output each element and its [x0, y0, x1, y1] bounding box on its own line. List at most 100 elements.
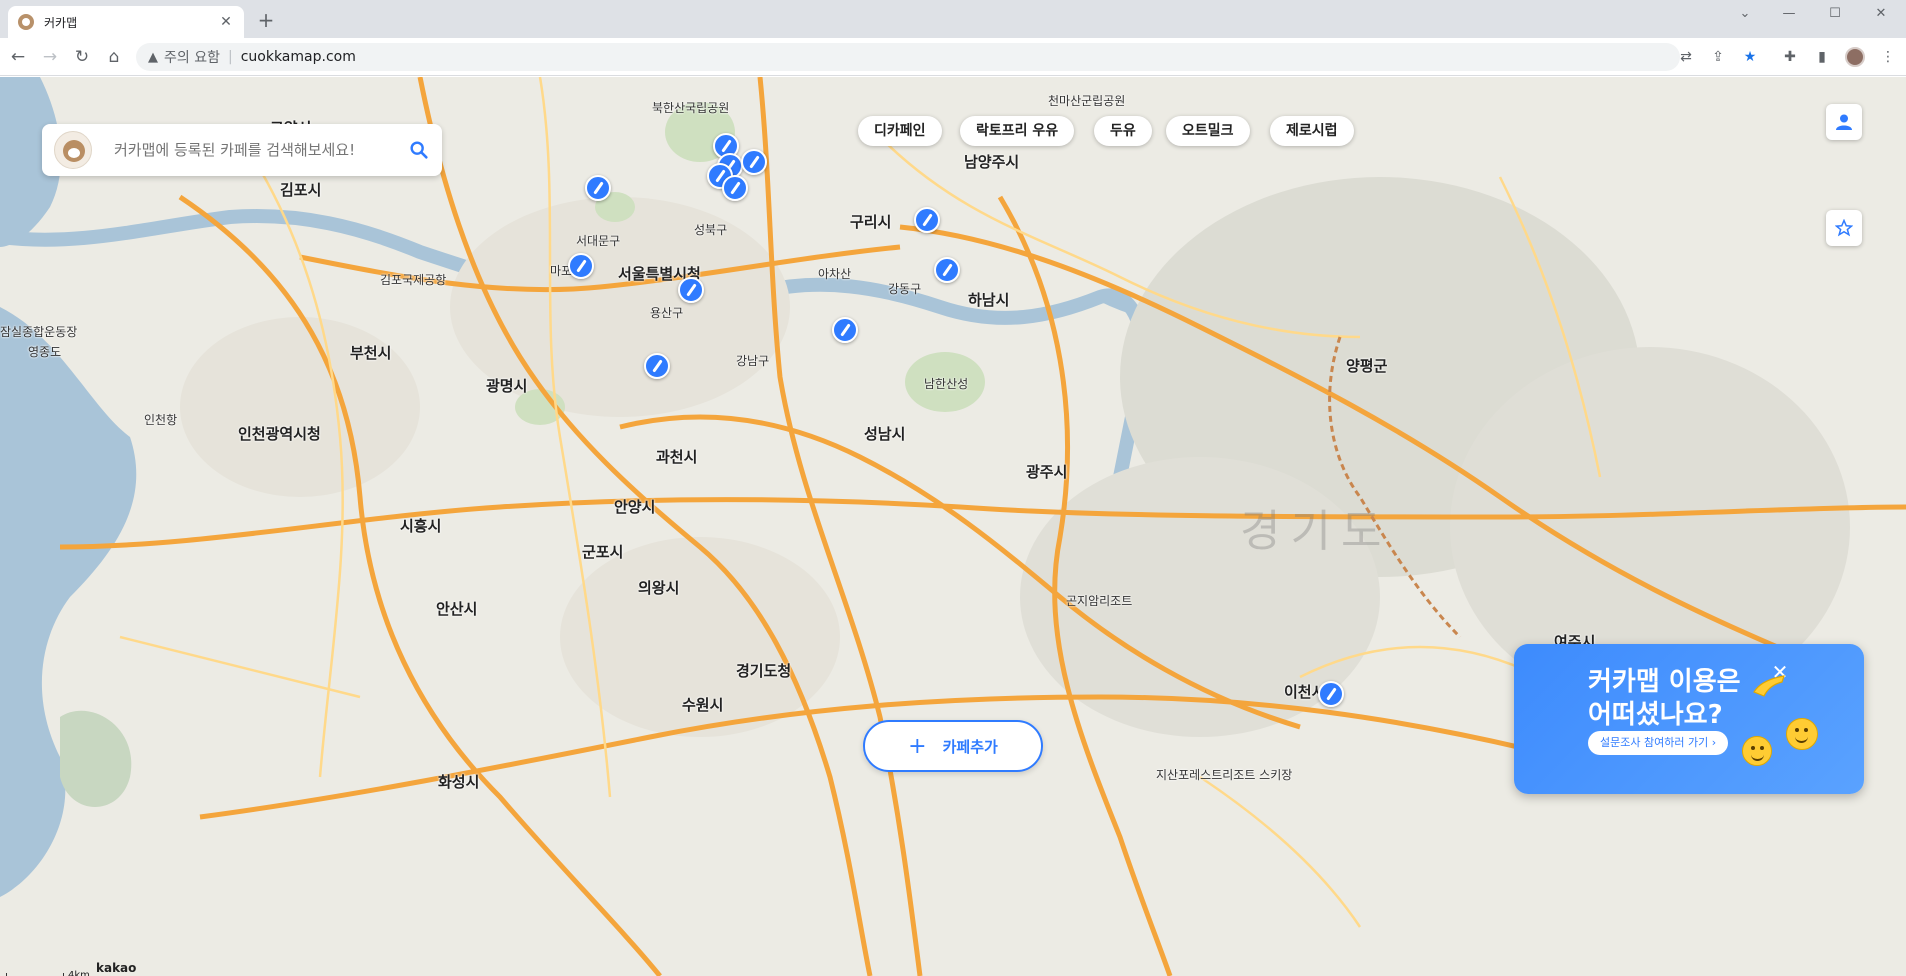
filter-chip-oat-milk[interactable]: 오트밀크: [1166, 116, 1250, 146]
cafe-pin[interactable]: [1318, 681, 1344, 707]
map-label-guri: 구리시: [850, 213, 892, 231]
map-label-gwangju: 광주시: [1026, 463, 1068, 481]
map-label-jisan: 지산포레스트리조트 스키장: [1156, 768, 1293, 782]
map-label-hanam: 하남시: [968, 291, 1010, 309]
browser-tab-bar: 커카맵 ✕ + ⌄ — ☐ ✕: [0, 0, 1906, 38]
search-input[interactable]: [114, 141, 408, 159]
map-label-gonjiam: 곤지암리조트: [1066, 594, 1133, 608]
survey-heading-line1: 커카맵 이용은: [1588, 667, 1741, 697]
warning-icon[interactable]: ▲: [148, 50, 158, 65]
favorites-button[interactable]: [1826, 210, 1862, 246]
map-label-ansan: 안산시: [436, 600, 478, 618]
survey-heading-line2: 어떠셨나요?: [1588, 700, 1723, 730]
add-cafe-button[interactable]: + 카페추가: [863, 720, 1043, 772]
filter-chip-lactose-free[interactable]: 락토프리 우유: [960, 116, 1075, 146]
filter-chip-decaf[interactable]: 디카페인: [858, 116, 942, 146]
profile-avatar[interactable]: [1845, 47, 1865, 67]
pointing-hand-icon: [1753, 675, 1785, 697]
browser-tab[interactable]: 커카맵 ✕: [8, 6, 244, 38]
map-label-gunpo: 군포시: [582, 543, 624, 561]
cafe-pin[interactable]: [644, 353, 670, 379]
bookmark-star-icon[interactable]: ★: [1740, 47, 1760, 67]
tab-search-icon[interactable]: ⌄: [1722, 0, 1768, 26]
map-label-siheung: 시흥시: [400, 517, 442, 535]
address-bar[interactable]: ▲ 주의 요함 | cuokkamap.com: [136, 43, 1680, 71]
map-label-gangnam: 강남구: [736, 354, 770, 368]
filter-chip-zero-syrup[interactable]: 제로시럽: [1270, 116, 1354, 146]
map-label-namyangju: 남양주시: [964, 153, 1020, 171]
map-label-gimpo: 김포시: [280, 181, 322, 199]
map-label-seongnam: 성남시: [864, 425, 906, 443]
thinking-face-icon: [1786, 718, 1818, 750]
map-label-incheon: 인천광역시청: [238, 425, 321, 443]
map-label-seongbuk: 성북구: [694, 223, 728, 237]
map-scale-label: 4km: [68, 970, 90, 976]
plus-icon: +: [908, 733, 927, 759]
extensions-icon[interactable]: ✚: [1780, 47, 1800, 67]
map-label-seodaemun: 서대문구: [576, 234, 621, 248]
map-label-gyeonggi: 경기도: [1240, 506, 1392, 557]
star-outline-icon: [1835, 219, 1853, 237]
map-label-gwacheon: 과천시: [656, 448, 698, 466]
search-icon[interactable]: [408, 139, 430, 161]
map-label-yeongjongdo: 영종도: [28, 345, 62, 359]
logo-avatar[interactable]: [54, 131, 92, 169]
map-label-uiwang: 의왕시: [638, 579, 680, 597]
map-label-jamsil: 잠실종합운동장: [0, 325, 78, 339]
forward-icon[interactable]: →: [40, 47, 60, 67]
kakao-logo: kakao: [96, 961, 137, 975]
back-icon[interactable]: ←: [8, 47, 28, 67]
home-icon[interactable]: ⌂: [104, 47, 124, 67]
tab-title: 커카맵: [44, 15, 78, 30]
cafe-pin[interactable]: [585, 175, 611, 201]
cafe-pin[interactable]: [914, 207, 940, 233]
map-label-incheon-port: 인천항: [144, 413, 178, 427]
survey-popup: 커카맵 이용은 어떠셨나요? ✕ 설문조사 참여하러 가기 ›: [1514, 644, 1864, 794]
map-label-achasan: 아차산: [818, 267, 852, 281]
map-label-suwon: 수원시: [682, 696, 724, 714]
site-favicon-icon: [18, 14, 34, 30]
map-label-yangpyeong: 양평군: [1346, 357, 1388, 375]
side-panel-icon[interactable]: ▮: [1812, 47, 1832, 67]
map-base-layer: [0, 77, 1906, 976]
cafe-pin[interactable]: [568, 253, 594, 279]
cafe-pin[interactable]: [741, 149, 767, 175]
tab-close-icon[interactable]: ✕: [218, 14, 234, 30]
user-button[interactable]: [1826, 104, 1862, 140]
cafe-pin[interactable]: [934, 257, 960, 283]
url-text[interactable]: cuokkamap.com: [241, 49, 356, 65]
map-label-anyang: 안양시: [614, 498, 656, 516]
share-icon[interactable]: ⇪: [1708, 47, 1728, 67]
cafe-pin[interactable]: [832, 317, 858, 343]
map-label-cheonmasan: 천마산군립공원: [1048, 94, 1126, 108]
minimize-icon[interactable]: —: [1766, 0, 1812, 26]
address-separator: |: [227, 49, 233, 65]
map-label-hwaseong: 화성시: [438, 773, 480, 791]
map-label-yongsan: 용산구: [650, 306, 684, 320]
map-label-gyeonggi-office: 경기도청: [736, 662, 792, 680]
user-icon: [1836, 114, 1852, 130]
search-bar[interactable]: [42, 124, 442, 176]
smiling-face-icon: [1742, 736, 1772, 766]
close-window-icon[interactable]: ✕: [1858, 0, 1904, 26]
cafe-pin[interactable]: [678, 277, 704, 303]
filter-chip-soy-milk[interactable]: 두유: [1094, 116, 1152, 146]
menu-icon[interactable]: ⋮: [1878, 47, 1898, 67]
cafe-pin[interactable]: [722, 175, 748, 201]
survey-cta-button[interactable]: 설문조사 참여하러 가기 ›: [1588, 731, 1729, 755]
map-label-gimpo-airport: 김포국제공항: [380, 273, 447, 287]
map-label-gwangmyeong: 광명시: [486, 377, 528, 395]
map-label-bucheon: 부천시: [350, 344, 392, 362]
survey-heading: 커카맵 이용은 어떠셨나요?: [1588, 666, 1741, 732]
new-tab-button[interactable]: +: [256, 10, 276, 30]
map-canvas[interactable]: 고양시 김포시 서울특별시청 인천광역시청 부천시 광명시 구리시 남양주시 하…: [0, 77, 1906, 976]
map-label-bukhansan: 북한산국립공원: [652, 101, 730, 115]
reload-icon[interactable]: ↻: [72, 47, 92, 67]
browser-toolbar: ← → ↻ ⌂ ▲ 주의 요함 | cuokkamap.com ⇄ ⇪ ★ ✚ …: [0, 38, 1906, 76]
maximize-icon[interactable]: ☐: [1812, 0, 1858, 26]
map-label-gangdong: 강동구: [888, 282, 922, 296]
translate-icon[interactable]: ⇄: [1676, 47, 1696, 67]
add-cafe-label: 카페추가: [942, 737, 998, 756]
map-label-namhansanseong: 남한산성: [924, 377, 969, 391]
security-warning-text[interactable]: 주의 요함: [164, 47, 220, 67]
